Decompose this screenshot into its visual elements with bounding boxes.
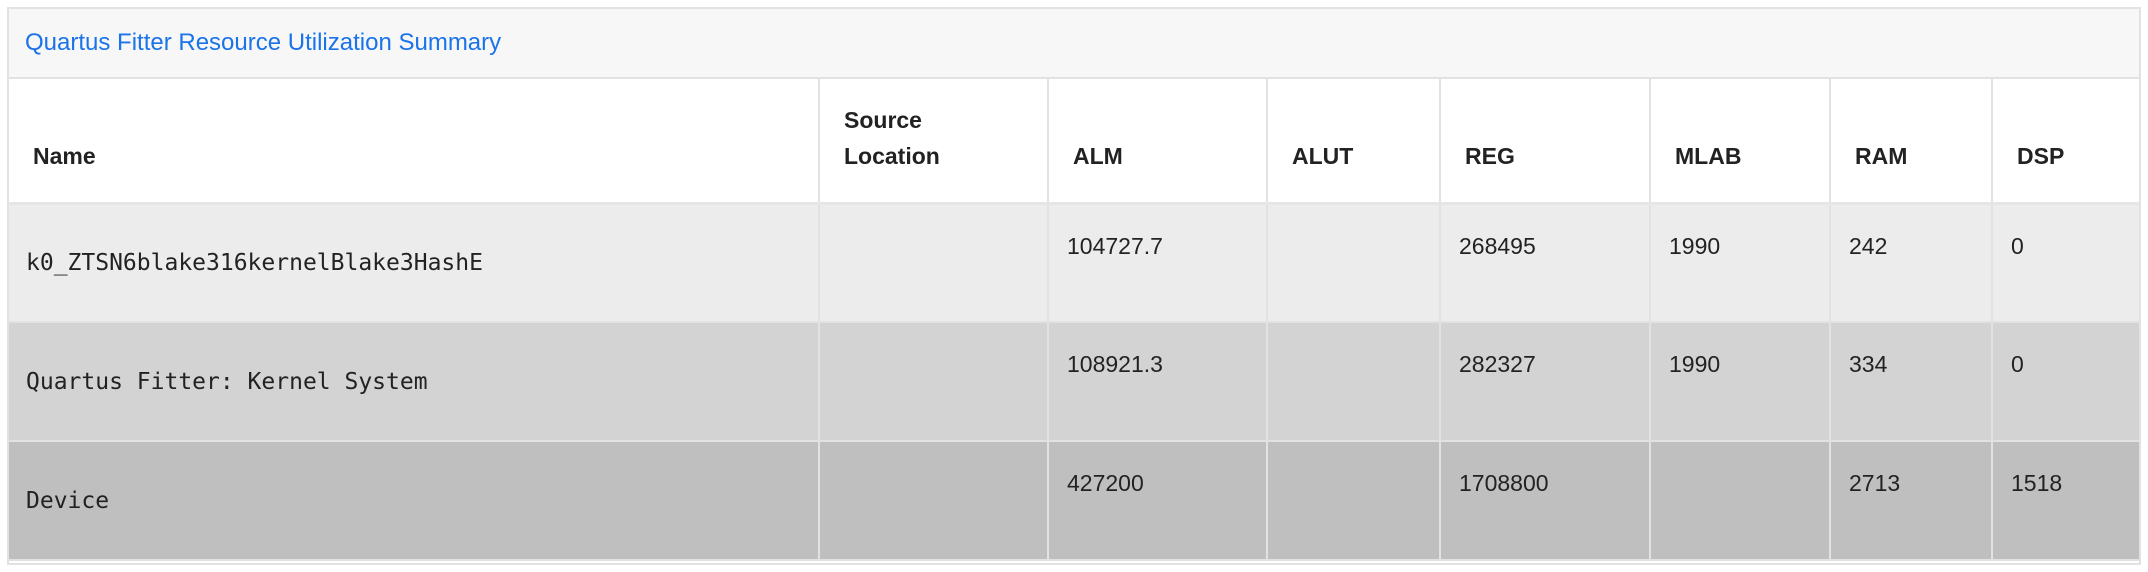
cell-source-location bbox=[819, 322, 1049, 442]
table-row: Device 427200 1708800 2713 1518 bbox=[9, 441, 2139, 561]
cell-source-location bbox=[819, 203, 1049, 323]
table-header-row: Name Source Location ALM ALUT REG MLAB R… bbox=[9, 79, 2139, 205]
resource-utilization-panel: Quartus Fitter Resource Utilization Summ… bbox=[7, 7, 2141, 565]
cell-reg: 268495 bbox=[1440, 203, 1651, 323]
cell-alut bbox=[1267, 203, 1441, 323]
cell-dsp: 1518 bbox=[1992, 441, 2139, 561]
cell-dsp: 0 bbox=[1992, 322, 2139, 442]
column-header-source-location[interactable]: Source Location bbox=[819, 79, 1049, 205]
panel-title-link[interactable]: Quartus Fitter Resource Utilization Summ… bbox=[25, 29, 501, 57]
cell-dsp: 0 bbox=[1992, 203, 2139, 323]
cell-alm: 108921.3 bbox=[1048, 322, 1268, 442]
cell-ram: 242 bbox=[1830, 203, 1993, 323]
cell-alut bbox=[1267, 322, 1441, 442]
column-header-name[interactable]: Name bbox=[9, 79, 820, 205]
cell-name: k0_ZTSN6blake316kernelBlake3HashE bbox=[9, 203, 820, 323]
cell-ram: 334 bbox=[1830, 322, 1993, 442]
cell-alm: 104727.7 bbox=[1048, 203, 1268, 323]
cell-alut bbox=[1267, 441, 1441, 561]
resource-utilization-table: Name Source Location ALM ALUT REG MLAB R… bbox=[9, 79, 2139, 561]
cell-ram: 2713 bbox=[1830, 441, 1993, 561]
column-header-alm[interactable]: ALM bbox=[1048, 79, 1268, 205]
column-header-reg[interactable]: REG bbox=[1440, 79, 1651, 205]
table-row: k0_ZTSN6blake316kernelBlake3HashE 104727… bbox=[9, 203, 2139, 323]
column-header-mlab[interactable]: MLAB bbox=[1650, 79, 1831, 205]
table-row: Quartus Fitter: Kernel System 108921.3 2… bbox=[9, 322, 2139, 442]
cell-mlab bbox=[1650, 441, 1831, 561]
cell-name: Device bbox=[9, 441, 820, 561]
cell-mlab: 1990 bbox=[1650, 203, 1831, 323]
cell-reg: 1708800 bbox=[1440, 441, 1651, 561]
cell-mlab: 1990 bbox=[1650, 322, 1831, 442]
cell-name: Quartus Fitter: Kernel System bbox=[9, 322, 820, 442]
column-header-ram[interactable]: RAM bbox=[1830, 79, 1993, 205]
column-header-dsp[interactable]: DSP bbox=[1992, 79, 2139, 205]
cell-source-location bbox=[819, 441, 1049, 561]
cell-reg: 282327 bbox=[1440, 322, 1651, 442]
cell-alm: 427200 bbox=[1048, 441, 1268, 561]
column-header-alut[interactable]: ALUT bbox=[1267, 79, 1441, 205]
panel-header: Quartus Fitter Resource Utilization Summ… bbox=[9, 9, 2139, 79]
